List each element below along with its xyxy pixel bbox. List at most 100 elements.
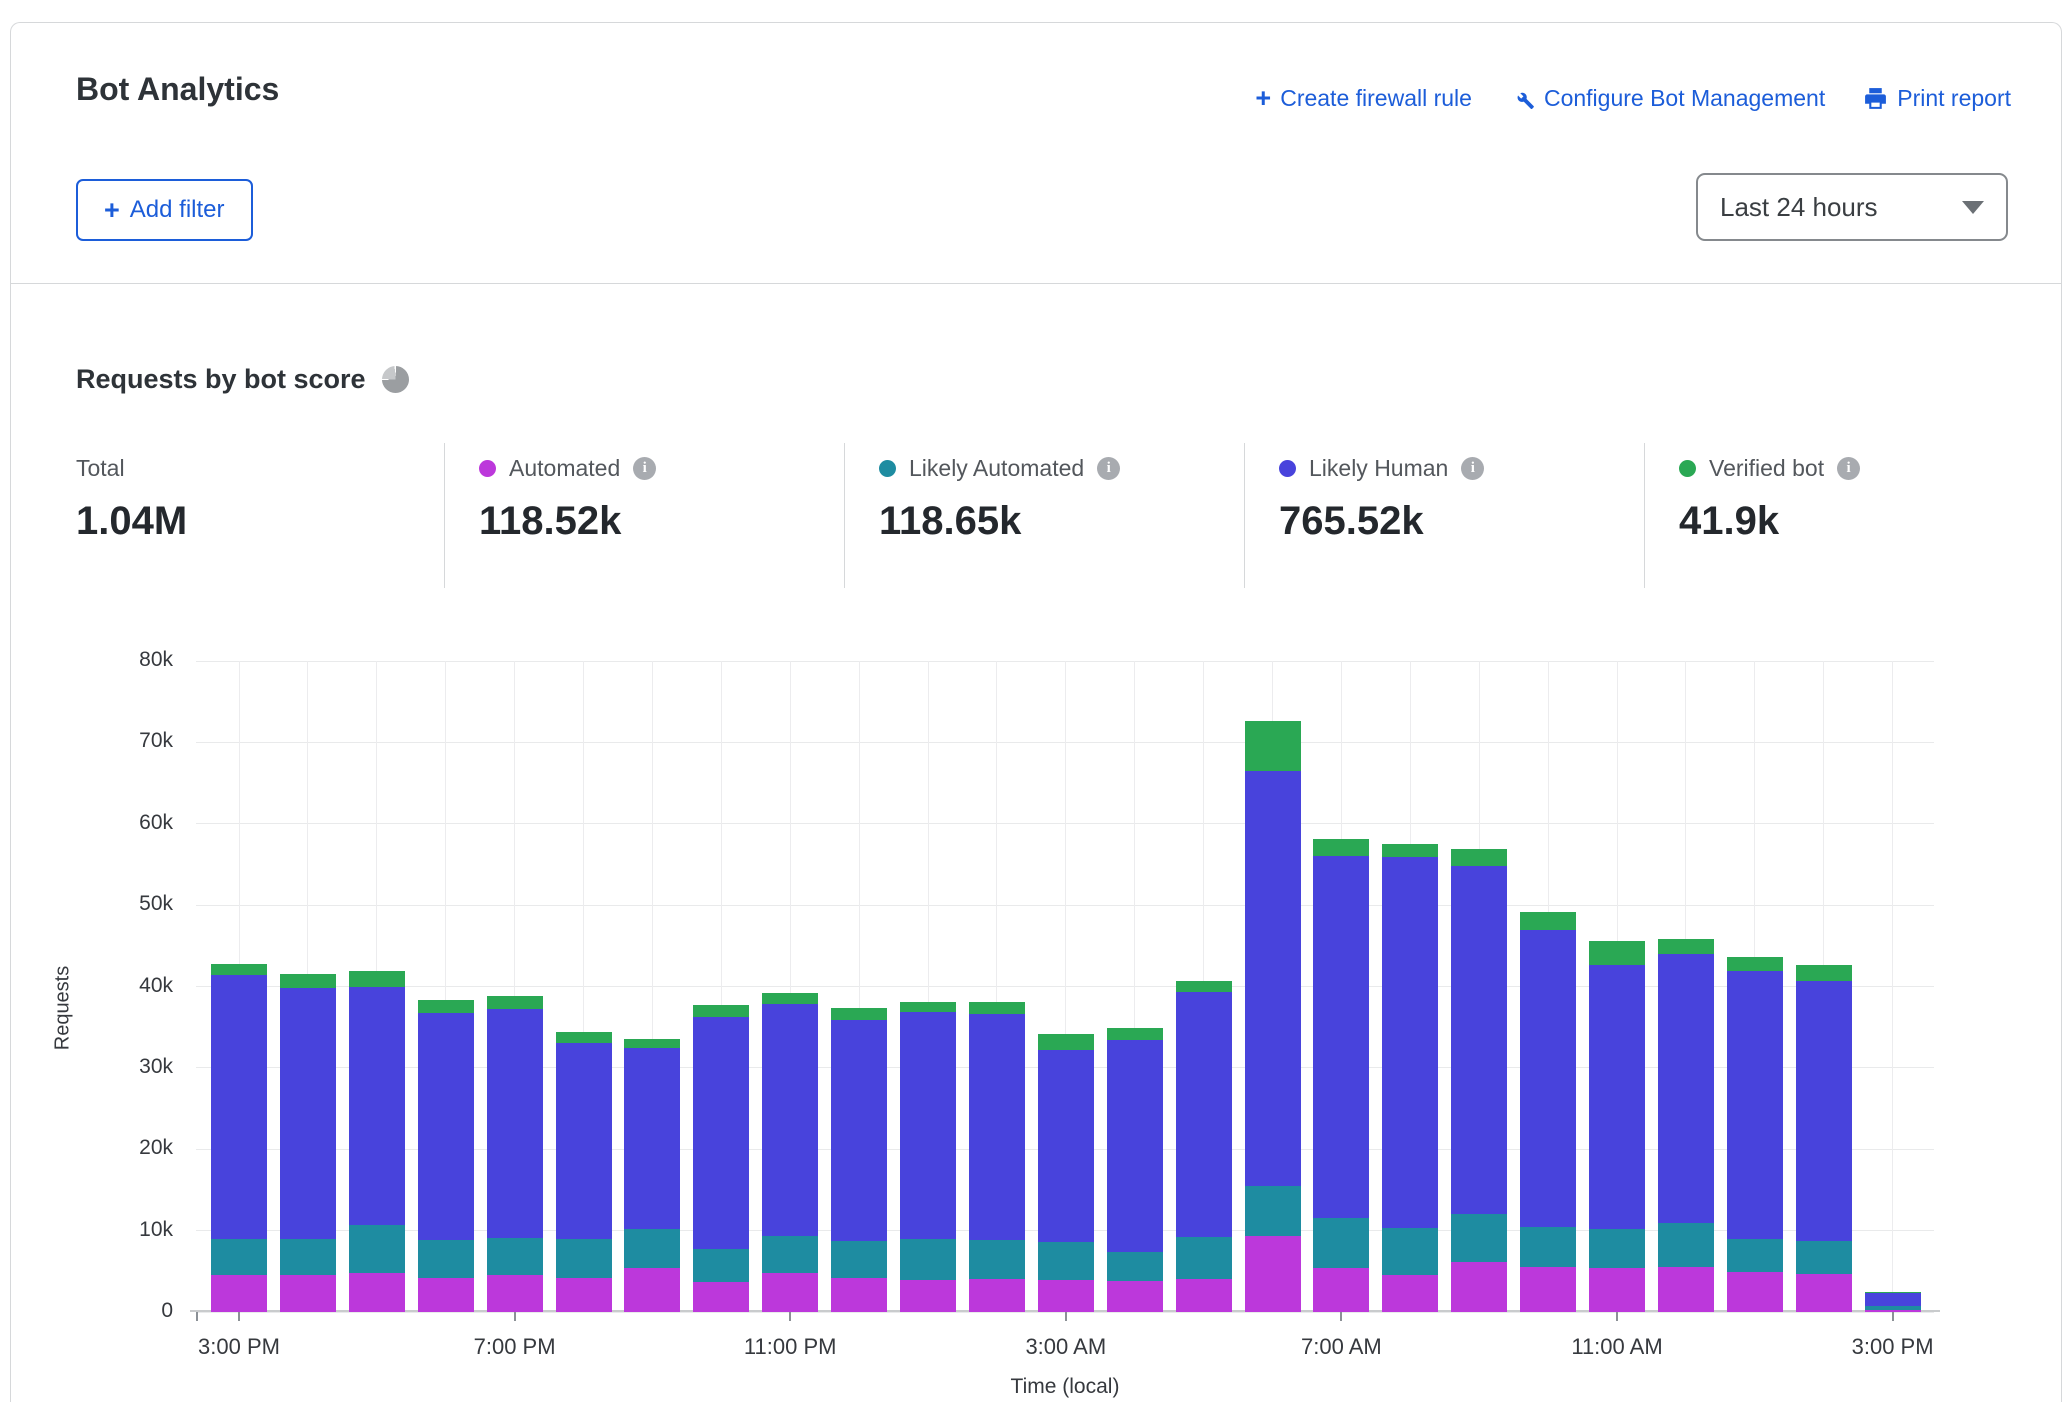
bar-segment-likely-human xyxy=(211,975,267,1239)
bar-segment-likely-human xyxy=(969,1014,1025,1239)
x-axis-tick-label: 3:00 AM xyxy=(1025,1334,1106,1360)
bar-segment-automated xyxy=(969,1279,1025,1312)
stat-divider xyxy=(1244,443,1245,588)
stat-likely-human-value: 765.52k xyxy=(1279,499,1484,544)
bar-segment-automated xyxy=(624,1268,680,1312)
bar-segment-verified-bot xyxy=(1038,1034,1094,1050)
bar-segment-automated xyxy=(1382,1275,1438,1312)
bar-segment-likely-automated xyxy=(487,1238,543,1275)
header-divider xyxy=(11,283,2061,284)
info-icon[interactable]: i xyxy=(633,457,656,480)
bar-segment-verified-bot xyxy=(762,993,818,1004)
bar-segment-likely-human xyxy=(1520,930,1576,1227)
bar-segment-automated xyxy=(900,1280,956,1312)
bar-segment-likely-automated xyxy=(1520,1227,1576,1268)
pie-chart-icon xyxy=(382,366,409,393)
axis-tick xyxy=(1616,1312,1618,1321)
stat-total: Total 1.04M xyxy=(76,453,187,544)
bar-segment-likely-automated xyxy=(1589,1229,1645,1268)
bar-segment-verified-bot xyxy=(1107,1028,1163,1040)
x-axis-tick-label: 3:00 PM xyxy=(1852,1334,1934,1360)
stat-automated-value: 118.52k xyxy=(479,499,656,544)
bar-segment-likely-automated xyxy=(969,1240,1025,1280)
bar-segment-automated xyxy=(1589,1268,1645,1312)
stat-likely-automated-label: Likely Automated xyxy=(909,455,1084,482)
y-axis-tick-label: 70k xyxy=(103,729,173,753)
x-axis-title: Time (local) xyxy=(1011,1375,1120,1399)
bar-segment-likely-automated xyxy=(1658,1223,1714,1268)
bar-segment-likely-automated xyxy=(1382,1228,1438,1274)
chevron-down-icon xyxy=(1962,201,1984,214)
info-icon[interactable]: i xyxy=(1461,457,1484,480)
bar-segment-verified-bot xyxy=(211,964,267,975)
bar-segment-automated xyxy=(1245,1236,1301,1312)
y-axis-tick-label: 20k xyxy=(103,1136,173,1160)
y-axis-tick-label: 60k xyxy=(103,811,173,835)
x-axis-tick-label: 7:00 PM xyxy=(474,1334,556,1360)
axis-tick xyxy=(789,1312,791,1321)
bar-segment-verified-bot xyxy=(624,1039,680,1048)
verified-bot-legend-dot xyxy=(1679,460,1696,477)
stat-automated: Automated i 118.52k xyxy=(479,453,656,544)
bar-segment-verified-bot xyxy=(1658,939,1714,954)
vertical-gridline xyxy=(1892,661,1893,1312)
add-filter-label: Add filter xyxy=(130,196,225,224)
create-firewall-rule-label: Create firewall rule xyxy=(1280,85,1472,112)
configure-bot-management-label: Configure Bot Management xyxy=(1544,85,1825,112)
stat-likely-human: Likely Human i 765.52k xyxy=(1279,453,1484,544)
add-filter-button[interactable]: + Add filter xyxy=(76,179,253,241)
info-icon[interactable]: i xyxy=(1097,457,1120,480)
bar-segment-verified-bot xyxy=(1382,844,1438,857)
bar-segment-likely-human xyxy=(1658,954,1714,1223)
bar-segment-automated xyxy=(418,1278,474,1312)
bar-segment-verified-bot xyxy=(280,974,336,988)
bar-segment-likely-human xyxy=(1107,1040,1163,1252)
bar-segment-automated xyxy=(762,1273,818,1312)
bar-segment-verified-bot xyxy=(1245,721,1301,771)
x-axis-tick-label: 11:00 PM xyxy=(744,1334,837,1360)
likely-human-legend-dot xyxy=(1279,460,1296,477)
bar-segment-likely-human xyxy=(1176,992,1232,1237)
print-report-label: Print report xyxy=(1897,85,2011,112)
bar-segment-likely-human xyxy=(624,1048,680,1229)
axis-tick xyxy=(514,1312,516,1321)
bar-segment-verified-bot xyxy=(1589,941,1645,965)
time-range-dropdown[interactable]: Last 24 hours xyxy=(1696,173,2008,241)
stat-verified-bot: Verified bot i 41.9k xyxy=(1679,453,1860,544)
bar-segment-likely-automated xyxy=(831,1241,887,1278)
bar-segment-automated xyxy=(1658,1267,1714,1312)
create-firewall-rule-link[interactable]: + Create firewall rule xyxy=(1255,85,1472,112)
bar-segment-automated xyxy=(349,1273,405,1312)
bar-segment-automated xyxy=(280,1275,336,1312)
stat-verified-bot-value: 41.9k xyxy=(1679,499,1860,544)
bar-segment-automated xyxy=(487,1275,543,1312)
bar-segment-likely-human xyxy=(556,1043,612,1239)
bar-segment-verified-bot xyxy=(1727,957,1783,971)
stat-divider xyxy=(444,443,445,588)
page-title: Bot Analytics xyxy=(76,71,279,108)
configure-bot-management-link[interactable]: Configure Bot Management xyxy=(1510,85,1825,112)
bar-segment-likely-automated xyxy=(349,1225,405,1273)
bar-segment-likely-human xyxy=(831,1020,887,1241)
bar-segment-likely-automated xyxy=(1727,1239,1783,1272)
bar-segment-likely-automated xyxy=(1451,1214,1507,1263)
bar-segment-likely-human xyxy=(693,1017,749,1250)
y-axis-tick-label: 10k xyxy=(103,1218,173,1242)
print-report-link[interactable]: Print report xyxy=(1863,85,2011,112)
bar-segment-automated xyxy=(1038,1280,1094,1312)
stat-total-value: 1.04M xyxy=(76,499,187,544)
y-axis-title: Requests xyxy=(52,966,75,1051)
bar-segment-likely-automated xyxy=(1865,1306,1921,1309)
likely-automated-legend-dot xyxy=(879,460,896,477)
bar-segment-automated xyxy=(1727,1272,1783,1312)
bar-segment-verified-bot xyxy=(487,996,543,1009)
info-icon[interactable]: i xyxy=(1837,457,1860,480)
section-title: Requests by bot score xyxy=(76,364,409,395)
bar-segment-automated xyxy=(693,1282,749,1312)
x-axis-tick-label: 3:00 PM xyxy=(198,1334,280,1360)
stat-likely-automated-value: 118.65k xyxy=(879,499,1120,544)
bar-segment-verified-bot xyxy=(831,1008,887,1019)
bar-segment-likely-human xyxy=(418,1013,474,1240)
y-axis-tick-label: 80k xyxy=(103,648,173,672)
y-axis-tick-label: 0 xyxy=(103,1299,173,1323)
